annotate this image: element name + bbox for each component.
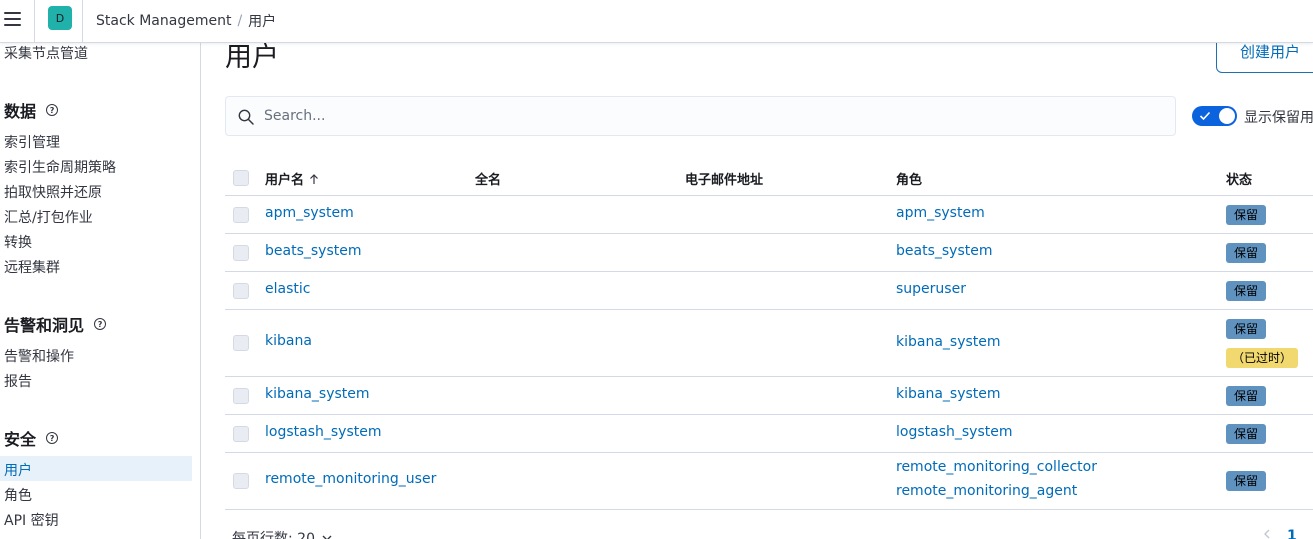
breadcrumb: Stack Management / 用户 <box>96 11 276 31</box>
sidebar-item-transforms[interactable]: 转换 <box>4 232 32 252</box>
search-input[interactable] <box>264 97 1164 135</box>
sidebar-item-api-keys[interactable]: API 密钥 <box>4 510 59 530</box>
header-divider <box>82 0 83 43</box>
pagination-current-page[interactable]: 1 <box>1287 528 1297 539</box>
column-header-email[interactable]: 电子邮件地址 <box>685 169 763 188</box>
reserved-badge: 保留 <box>1226 319 1267 339</box>
sidebar-item-remote-clusters[interactable]: 远程集群 <box>4 257 60 277</box>
section-title: 数据 <box>4 102 37 121</box>
sidebar-item-index-management[interactable]: 索引管理 <box>4 132 60 152</box>
sidebar-item-roles[interactable]: 角色 <box>4 485 32 505</box>
username-link[interactable]: apm_system <box>265 205 354 221</box>
select-all-checkbox[interactable] <box>233 170 249 186</box>
row-checkbox[interactable] <box>233 426 249 442</box>
reserved-badge: 保留 <box>1226 471 1267 491</box>
breadcrumb-separator: / <box>237 13 243 29</box>
role-link[interactable]: kibana_system <box>896 386 1001 402</box>
help-icon[interactable]: ? <box>94 318 107 330</box>
table-row: kibana kibana_system 保留 （已过时） <box>225 310 1313 377</box>
row-checkbox[interactable] <box>233 283 249 299</box>
reserved-badge: 保留 <box>1226 424 1267 444</box>
column-header-full-name[interactable]: 全名 <box>475 169 501 188</box>
search-bar <box>225 96 1176 136</box>
table-row: remote_monitoring_user remote_monitoring… <box>225 453 1313 510</box>
chevron-left-icon[interactable] <box>1262 528 1272 539</box>
sidebar-item-rollup-jobs[interactable]: 汇总/打包作业 <box>4 207 93 227</box>
show-reserved-label: 显示保留用 <box>1244 110 1313 126</box>
table-row: logstash_system logstash_system 保留 <box>225 415 1313 453</box>
chevron-down-icon <box>322 535 332 539</box>
table-row: elastic superuser 保留 <box>225 272 1313 310</box>
sidebar-item-users[interactable]: 用户 <box>4 460 32 480</box>
users-table: 用户名 全名 电子邮件地址 角色 状态 apm_system apm_syste… <box>225 158 1313 510</box>
column-header-roles[interactable]: 角色 <box>896 169 922 188</box>
sidebar: 采集节点管道 数据 ? 索引管理 索引生命周期策略 拍取快照并还原 汇总/打包作… <box>0 43 200 539</box>
column-header-username[interactable]: 用户名 <box>265 169 320 188</box>
rows-per-page-button[interactable]: 每页行数: 20 <box>232 528 333 539</box>
role-link[interactable]: superuser <box>896 281 966 297</box>
role-link[interactable]: remote_monitoring_agent <box>896 483 1077 499</box>
role-link[interactable]: beats_system <box>896 243 992 259</box>
column-label: 状态 <box>1226 173 1253 188</box>
header-divider <box>34 0 35 43</box>
username-link[interactable]: logstash_system <box>265 424 381 440</box>
arrow-up-icon <box>310 173 318 184</box>
search-icon <box>238 109 254 125</box>
breadcrumb-current: 用户 <box>248 14 277 30</box>
menu-icon[interactable] <box>4 12 21 26</box>
top-header: D Stack Management / 用户 <box>0 0 1313 43</box>
row-checkbox[interactable] <box>233 473 249 489</box>
reserved-badge: 保留 <box>1226 205 1267 225</box>
column-label: 角色 <box>896 173 923 188</box>
deprecated-badge: （已过时） <box>1226 348 1299 368</box>
table-row: apm_system apm_system 保留 <box>225 196 1313 234</box>
help-icon[interactable]: ? <box>46 104 59 116</box>
role-link[interactable]: apm_system <box>896 205 985 221</box>
reserved-badge: 保留 <box>1226 243 1267 263</box>
sidebar-item-reporting[interactable]: 报告 <box>4 371 32 391</box>
sidebar-item-ingest-pipelines[interactable]: 采集节点管道 <box>4 43 88 63</box>
reserved-badge: 保留 <box>1226 386 1267 406</box>
username-link[interactable]: kibana <box>265 333 312 349</box>
sidebar-section-security: 安全 ? <box>4 426 59 450</box>
role-link[interactable]: logstash_system <box>896 424 1012 440</box>
section-title: 告警和洞见 <box>4 316 85 335</box>
show-reserved-toggle[interactable] <box>1192 106 1237 126</box>
row-checkbox[interactable] <box>233 207 249 223</box>
table-header: 用户名 全名 电子邮件地址 角色 状态 <box>225 158 1313 196</box>
space-avatar[interactable]: D <box>48 6 72 30</box>
username-link[interactable]: beats_system <box>265 243 361 259</box>
section-title: 安全 <box>4 430 37 449</box>
toggle-knob <box>1219 108 1235 124</box>
check-icon <box>1199 111 1211 121</box>
sidebar-item-alerts-actions[interactable]: 告警和操作 <box>4 346 74 366</box>
row-checkbox[interactable] <box>233 388 249 404</box>
sidebar-item-ilm-policies[interactable]: 索引生命周期策略 <box>4 157 116 177</box>
help-icon[interactable]: ? <box>46 432 59 444</box>
role-link[interactable]: remote_monitoring_collector <box>896 459 1097 475</box>
column-label: 全名 <box>475 173 502 188</box>
row-checkbox[interactable] <box>233 335 249 351</box>
sidebar-section-data: 数据 ? <box>4 98 59 122</box>
role-link[interactable]: kibana_system <box>896 334 1001 350</box>
username-link[interactable]: remote_monitoring_user <box>265 471 436 487</box>
row-checkbox[interactable] <box>233 245 249 261</box>
column-label: 用户名 <box>265 173 305 188</box>
sidebar-section-alerts-insights: 告警和洞见 ? <box>4 312 107 336</box>
username-link[interactable]: elastic <box>265 281 310 297</box>
column-header-status[interactable]: 状态 <box>1226 169 1252 188</box>
reserved-badge: 保留 <box>1226 281 1267 301</box>
rows-per-page-label: 每页行数: 20 <box>232 531 315 539</box>
breadcrumb-stack-management[interactable]: Stack Management <box>96 13 231 29</box>
table-row: kibana_system kibana_system 保留 <box>225 377 1313 415</box>
username-link[interactable]: kibana_system <box>265 386 370 402</box>
sidebar-item-snapshot-restore[interactable]: 拍取快照并还原 <box>4 182 102 202</box>
table-row: beats_system beats_system 保留 <box>225 234 1313 272</box>
sidebar-divider <box>200 43 201 539</box>
column-label: 电子邮件地址 <box>685 173 764 188</box>
